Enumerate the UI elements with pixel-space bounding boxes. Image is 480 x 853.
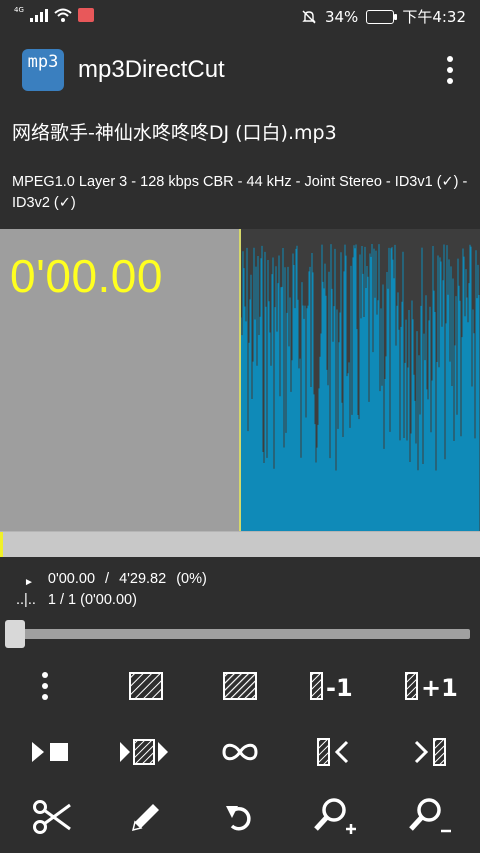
go-selection-end-icon <box>414 738 446 766</box>
play-stop-icon <box>32 742 68 762</box>
go-selection-start-icon <box>317 738 349 766</box>
status-right: 34% 下午4:32 <box>301 6 466 27</box>
selection-plus-one-icon: +1 <box>405 672 457 701</box>
cut-icon <box>33 800 71 834</box>
zoom-out-button[interactable] <box>400 790 460 844</box>
zoom-out-icon <box>409 798 451 833</box>
play-indicator: ► <box>24 577 34 588</box>
current-time: 0'00.00 <box>47 571 96 587</box>
app-logo-icon: mp3 <box>22 49 64 91</box>
loop-button[interactable] <box>210 725 270 779</box>
go-selection-end-button[interactable] <box>400 725 460 779</box>
bell-muted-icon <box>302 10 316 23</box>
total-time: 4'29.82 <box>119 571 167 587</box>
waveform-view[interactable]: 0'00.00 <box>0 229 480 531</box>
play-selection-button[interactable] <box>116 725 176 779</box>
position-display: 0'00.00 <box>10 250 163 302</box>
progress-percent: (0%) <box>176 571 207 587</box>
overflow-menu-icon[interactable] <box>440 56 460 84</box>
more-options-button[interactable] <box>15 659 75 713</box>
app-logo-text: mp3 <box>27 52 59 72</box>
time-separator: / <box>105 571 110 587</box>
play-stop-button[interactable] <box>22 725 82 779</box>
selection-marker: ..|.. <box>16 592 36 608</box>
clock: 下午4:32 <box>402 8 466 26</box>
play-selection-icon <box>120 739 168 765</box>
undo-icon <box>226 806 251 831</box>
select-all-hatch-icon <box>223 672 257 700</box>
cut-button[interactable] <box>22 790 82 844</box>
seek-thumb[interactable] <box>5 620 25 648</box>
selection-info: ..|.. 1 / 1 (0'00.00) <box>16 592 137 608</box>
file-info: MPEG1.0 Layer 3 - 128 kbps CBR - 44 kHz … <box>12 174 468 211</box>
svg-text:-1: -1 <box>326 674 353 701</box>
status-bar: 4G 34% 下午4:32 <box>0 0 480 32</box>
undo-button[interactable] <box>210 790 270 844</box>
selection-plus-one-button[interactable]: +1 <box>400 659 460 713</box>
wifi-icon <box>54 8 72 22</box>
selection-counter: 1 / 1 (0'00.00) <box>47 592 137 608</box>
battery-charging-icon <box>366 9 398 24</box>
set-selection-button[interactable] <box>116 659 176 713</box>
edit-button[interactable] <box>116 790 176 844</box>
go-selection-start-button[interactable] <box>305 725 365 779</box>
select-all-button[interactable] <box>210 659 270 713</box>
playback-cursor[interactable] <box>239 229 241 531</box>
zoom-in-button[interactable] <box>305 790 365 844</box>
notification-badge-icon <box>77 8 94 22</box>
playback-info: ► 0'00.00 / 4'29.82 (0%) <box>24 571 207 588</box>
scrollbar-thumb[interactable] <box>0 532 3 557</box>
battery-percent: 34% <box>324 7 359 26</box>
loop-icon <box>222 743 258 761</box>
selection-minus-one-icon: -1 <box>310 672 353 701</box>
signal-strength-icon <box>29 8 48 22</box>
selection-minus-one-button[interactable]: -1 <box>305 659 365 713</box>
waveform-scrollbar[interactable] <box>0 531 480 557</box>
selection-hatch-icon <box>129 672 163 700</box>
edit-pencil-icon <box>131 804 159 832</box>
network-type-label: 4G <box>14 6 24 14</box>
seek-bar[interactable] <box>14 629 470 639</box>
zoom-in-icon <box>314 798 356 834</box>
status-left: 4G <box>14 6 94 22</box>
more-vertical-icon <box>42 672 48 700</box>
app-bar: mp3 mp3DirectCut <box>0 32 480 108</box>
file-name: 网络歌手-神仙水咚咚咚DJ (口白).mp3 <box>12 122 337 144</box>
svg-text:+1: +1 <box>421 674 457 701</box>
app-title: mp3DirectCut <box>78 56 225 83</box>
